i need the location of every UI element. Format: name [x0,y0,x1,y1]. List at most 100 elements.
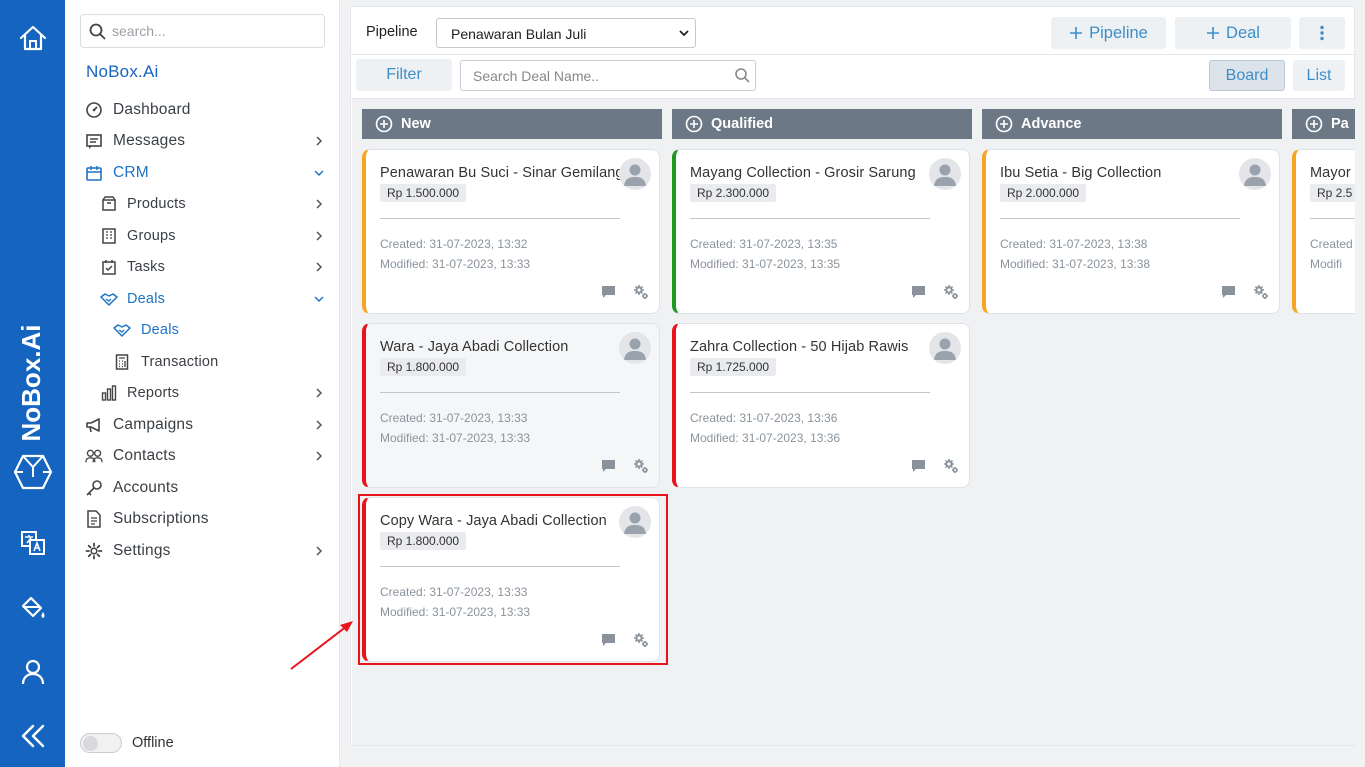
plus-icon [1070,27,1083,39]
column-title: Advance [1021,116,1082,132]
deal-created: Created: 31-07-2023, 13:33 [380,411,528,425]
kebab-menu-icon [1320,25,1324,41]
messages-icon [85,132,103,150]
avatar-icon[interactable] [1239,158,1271,190]
avatar-icon[interactable] [929,332,961,364]
sidebar-item-label: CRM [113,164,149,181]
add-pipeline-button[interactable]: Pipeline [1051,17,1166,49]
sidebar-item-label: Settings [113,542,171,559]
chevron-right-icon [316,199,323,209]
chevron-right-icon [316,136,323,146]
sidebar-search[interactable]: search... [80,14,325,48]
groups-icon [100,227,118,245]
pipeline-select[interactable]: Penawaran Bulan Juli [436,18,696,48]
chevron-right-icon [316,231,323,241]
board-view-button[interactable]: Board [1209,60,1285,91]
avatar-icon[interactable] [619,332,651,364]
deal-card[interactable]: Penawaran Bu Suci - Sinar Gemilang Rp 1.5… [362,149,660,314]
gears-icon[interactable] [1253,284,1269,300]
sidebar-item-messages[interactable]: Messages [65,128,340,154]
filter-button[interactable]: Filter [356,59,452,91]
deal-created: Created: 31-07-2023, 13:35 [690,237,838,251]
deal-card[interactable]: Mayang Collection - Grosir Sarung Rp 2.30… [672,149,970,314]
key-icon [85,479,103,497]
column-new: New [362,109,662,139]
sidebar-item-accounts[interactable]: Accounts [65,475,340,501]
collapse-icon[interactable] [0,722,65,750]
deal-card[interactable]: Zahra Collection - 50 Hijab Rawis Rp 1.72… [672,323,970,488]
sidebar-item-label: Groups [127,228,176,244]
column-header[interactable]: Qualified [672,109,972,139]
column-partial: Pa [1292,109,1355,139]
column-header[interactable]: New [362,109,662,139]
add-circle-icon [375,115,393,133]
handshake-icon [113,321,131,339]
deal-card[interactable]: Ibu Setia - Big Collection Rp 2.000.000 Cr… [982,149,1280,314]
deal-search-placeholder: Search Deal Name.. [473,68,600,84]
sidebar-item-subscriptions[interactable]: Subscriptions [65,506,340,532]
column-header[interactable]: Pa [1292,109,1355,139]
add-circle-icon [995,115,1013,133]
comment-icon[interactable] [601,285,616,300]
deal-amount-badge: Rp 1.500.000 [380,184,467,202]
card-divider [690,392,930,393]
sidebar-item-label: Transaction [141,354,219,370]
deal-search-input[interactable]: Search Deal Name.. [460,60,756,91]
column-header[interactable]: Advance [982,109,1282,139]
user-icon[interactable] [0,657,65,687]
add-deal-button[interactable]: Deal [1175,17,1291,49]
sidebar-item-reports[interactable]: Reports [65,380,340,406]
search-icon [735,68,750,83]
products-icon [100,195,118,213]
sidebar-search-placeholder: search... [112,23,166,39]
avatar-icon[interactable] [619,158,651,190]
add-pipeline-label: Pipeline [1089,23,1148,42]
gears-icon[interactable] [633,284,649,300]
deal-card[interactable]: Wara - Jaya Abadi Collection Rp 1.800.000… [362,323,660,488]
chevron-right-icon [316,262,323,272]
pipeline-label: Pipeline [366,24,418,40]
contacts-icon [85,447,103,465]
sidebar-item-transaction[interactable]: Transaction [65,349,340,375]
column-title: Qualified [711,116,774,132]
sidebar-item-settings[interactable]: Settings [65,538,340,564]
comment-icon[interactable] [1221,285,1236,300]
sidebar-item-products[interactable]: Products [65,191,340,217]
comment-icon[interactable] [911,285,926,300]
chevron-right-icon [316,388,323,398]
deal-created: Created: 31-07-2023, 13:36 [690,411,838,425]
comment-icon[interactable] [601,459,616,474]
comment-icon[interactable] [911,459,926,474]
gears-icon[interactable] [943,284,959,300]
offline-toggle[interactable] [80,733,122,753]
sidebar-item-deals-group[interactable]: Deals [65,286,340,312]
chevron-right-icon [316,451,323,461]
add-circle-icon [685,115,703,133]
sidebar-item-contacts[interactable]: Contacts [65,443,340,469]
list-view-button[interactable]: List [1293,60,1345,91]
rail-brand: NoBox.Ai [16,325,46,442]
sidebar-item-label: Tasks [127,259,166,275]
deal-modified: Modified: 31-07-2023, 13:33 [380,257,531,271]
translate-icon[interactable] [0,528,65,558]
sidebar-item-dashboard[interactable]: Dashboard [65,97,340,123]
search-icon [89,23,106,40]
calculator-icon [113,353,131,371]
brand-name: NoBox.Ai [86,62,159,81]
sidebar-item-campaigns[interactable]: Campaigns [65,412,340,438]
deal-title: Mayang Collection - Grosir Sarung [690,165,916,181]
sidebar-item-crm[interactable]: CRM [65,160,340,186]
home-icon[interactable] [0,22,65,54]
sidebar-item-groups[interactable]: Groups [65,223,340,249]
deal-created: Created: 31-07-2023, 13:32 [380,237,528,251]
deal-modified: Modified: 31-07-2023, 13:38 [1000,257,1151,271]
column-title: New [401,116,431,132]
gears-icon[interactable] [633,458,649,474]
deal-card[interactable]: Mayor Rp 2.5 Created Modifi [1292,149,1355,314]
paint-bucket-icon[interactable] [0,593,65,623]
gears-icon[interactable] [943,458,959,474]
sidebar-item-deals[interactable]: Deals [65,317,340,343]
more-options-button[interactable] [1299,17,1345,49]
avatar-icon[interactable] [929,158,961,190]
sidebar-item-tasks[interactable]: Tasks [65,254,340,280]
